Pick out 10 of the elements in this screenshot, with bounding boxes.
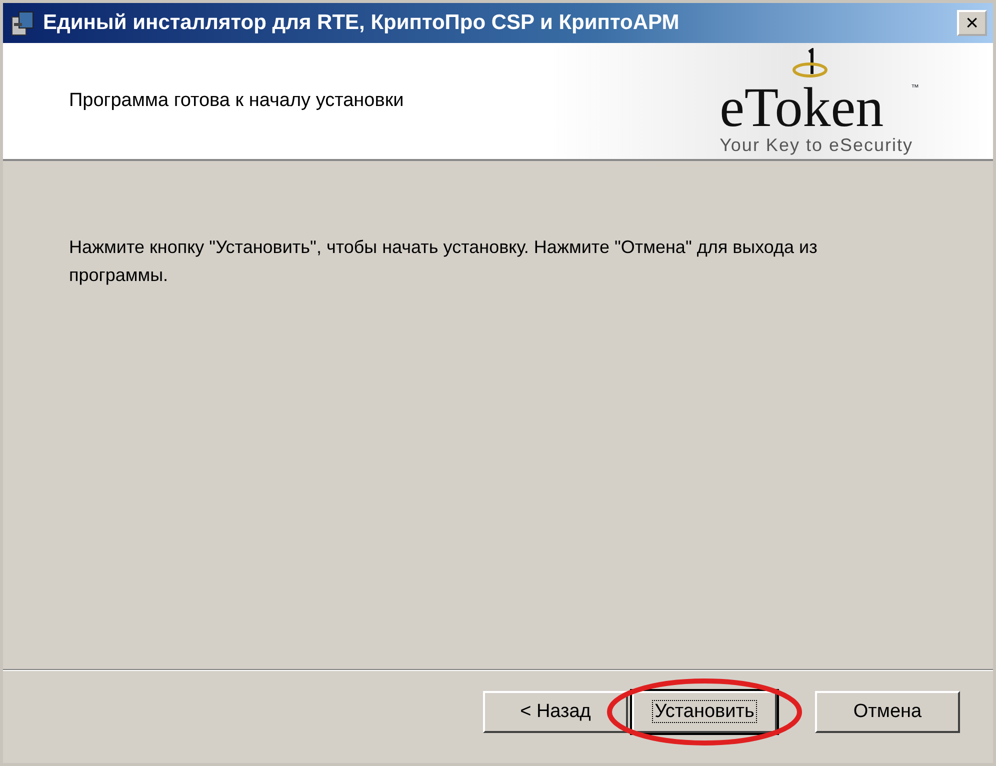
window-title: Единый инсталлятор для RTE, КриптоПро CSP и КриптоАРМ [43,10,680,36]
logo-name: eToken [720,80,884,136]
wizard-button[interactable]: < Назад [483,691,628,733]
logo-tagline: Your Key to eSecurity [720,136,913,154]
wizard-button[interactable]: Установить [632,691,777,733]
header-title: Программа готова к началу установки [69,88,404,113]
trademark-sign: ™ [911,82,919,94]
instruction-text: Нажмите кнопку "Установить", чтобы начать установку. Нажмите "Отмена" для выхода из программы. [69,236,818,287]
wizard-button[interactable]: Отмена [815,691,960,733]
close-button[interactable]: × [957,10,987,36]
